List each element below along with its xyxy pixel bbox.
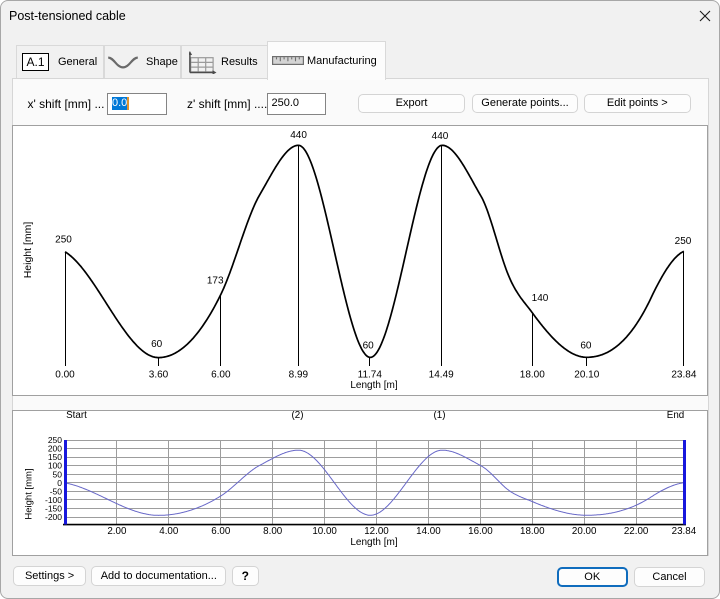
svg-text:23.84: 23.84 — [671, 369, 696, 380]
svg-text:18.00: 18.00 — [520, 369, 545, 380]
svg-text:20.10: 20.10 — [574, 369, 599, 380]
svg-text:Length [m]: Length [m] — [350, 537, 397, 548]
svg-text:440: 440 — [290, 130, 307, 141]
svg-text:14.00: 14.00 — [416, 526, 441, 537]
svg-text:22.00: 22.00 — [624, 526, 649, 537]
svg-text:(1): (1) — [434, 411, 446, 421]
svg-text:Start: Start — [66, 411, 87, 421]
svg-text:23.84: 23.84 — [672, 526, 697, 537]
svg-text:140: 140 — [532, 293, 549, 304]
svg-text:14.49: 14.49 — [429, 369, 454, 380]
svg-text:60: 60 — [363, 341, 375, 352]
svg-text:18.00: 18.00 — [520, 526, 545, 537]
svg-text:173: 173 — [207, 276, 224, 287]
svg-text:250: 250 — [55, 234, 72, 245]
svg-text:11.74: 11.74 — [358, 369, 383, 380]
svg-text:16.00: 16.00 — [468, 526, 493, 537]
svg-text:(2): (2) — [292, 411, 304, 421]
svg-text:250: 250 — [675, 236, 692, 247]
svg-text:12.00: 12.00 — [364, 526, 389, 537]
svg-text:6.00: 6.00 — [211, 369, 231, 380]
svg-text:End: End — [667, 411, 684, 421]
svg-text:3.60: 3.60 — [149, 369, 169, 380]
svg-text:Height [mm]: Height [mm] — [22, 222, 34, 279]
svg-text:2.00: 2.00 — [107, 526, 127, 537]
svg-text:Length [m]: Length [m] — [350, 380, 397, 391]
svg-text:440: 440 — [432, 131, 449, 142]
svg-text:8.99: 8.99 — [289, 369, 309, 380]
svg-text:Height [mm]: Height [mm] — [24, 468, 35, 519]
svg-text:6.00: 6.00 — [211, 526, 231, 537]
svg-text:20.00: 20.00 — [572, 526, 597, 537]
svg-text:4.00: 4.00 — [159, 526, 179, 537]
svg-text:0.00: 0.00 — [55, 369, 75, 380]
svg-text:10.00: 10.00 — [312, 526, 337, 537]
svg-text:60: 60 — [151, 339, 163, 350]
svg-text:-200: -200 — [45, 512, 62, 522]
svg-text:8.00: 8.00 — [263, 526, 283, 537]
svg-text:60: 60 — [580, 341, 592, 352]
